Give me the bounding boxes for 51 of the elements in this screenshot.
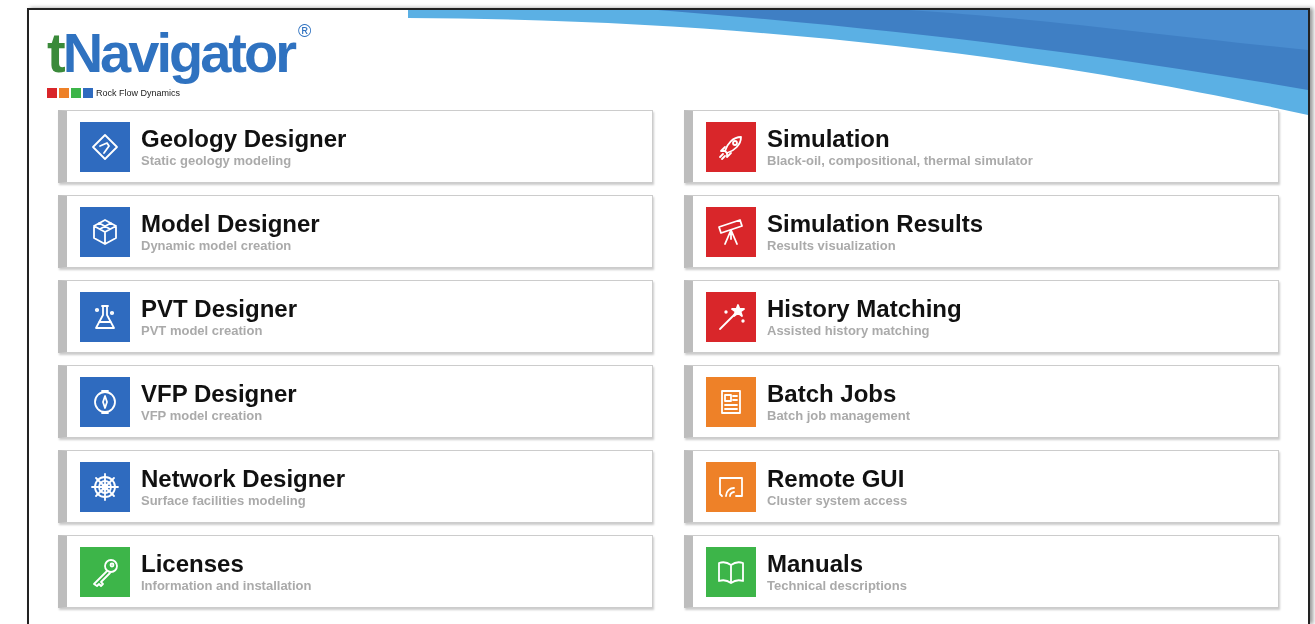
logo-letter: t — [47, 22, 63, 84]
module-subtitle: PVT model creation — [141, 322, 264, 339]
module-title: History Matching — [767, 294, 962, 323]
module-title: Model Designer — [141, 209, 320, 238]
module-card[interactable]: Simulation Results Results visualization — [684, 195, 1279, 268]
module-subtitle: Technical descriptions — [767, 577, 907, 594]
cube-icon — [80, 206, 130, 257]
module-subtitle: Static geology modeling — [141, 152, 293, 169]
module-subtitle: Batch job management — [767, 407, 911, 424]
magic-wand-icon — [706, 291, 756, 342]
telescope-icon — [706, 206, 756, 257]
module-subtitle: VFP model creation — [141, 407, 264, 424]
module-card[interactable]: Simulation Black-oil, compositional, thermal simulator — [684, 110, 1279, 183]
module-card[interactable]: Model Designer Dynamic model creation — [58, 195, 653, 268]
registered-mark: ® — [297, 22, 312, 40]
module-subtitle: Results visualization — [767, 237, 897, 254]
rocket-icon — [706, 121, 756, 172]
logo-wordmark: Navigator — [62, 22, 294, 84]
module-title: Batch Jobs — [767, 379, 898, 408]
module-title: PVT Designer — [141, 294, 298, 323]
module-card[interactable]: Batch Jobs Batch job management — [684, 365, 1279, 438]
module-subtitle: Information and installation — [141, 577, 312, 594]
module-title: Simulation Results — [767, 209, 984, 238]
module-card[interactable]: PVT Designer PVT model creation — [58, 280, 653, 353]
module-subtitle: Black-oil, compositional, thermal simulator — [767, 152, 1033, 169]
module-title: Remote GUI — [767, 464, 906, 493]
module-title: Geology Designer — [141, 124, 347, 153]
module-subtitle: Cluster system access — [767, 492, 908, 509]
screen-cast-icon — [706, 461, 756, 512]
color-squares-icon — [47, 87, 93, 98]
module-title: Licenses — [141, 549, 245, 578]
flask-icon — [80, 291, 130, 342]
key-icon — [80, 546, 130, 597]
module-subtitle: Dynamic model creation — [141, 237, 293, 254]
module-title: Manuals — [767, 549, 865, 578]
book-icon — [706, 546, 756, 597]
web-icon — [80, 461, 130, 512]
module-card[interactable]: VFP Designer VFP model creation — [58, 365, 653, 438]
module-card[interactable]: Geology Designer Static geology modeling — [58, 110, 653, 183]
module-title: Simulation — [767, 124, 891, 153]
module-title: VFP Designer — [141, 379, 297, 408]
module-subtitle: Surface facilities modeling — [141, 492, 307, 509]
module-card[interactable]: Manuals Technical descriptions — [684, 535, 1279, 608]
module-card[interactable]: History Matching Assisted history matching — [684, 280, 1279, 353]
module-title: Network Designer — [141, 464, 346, 493]
module-card[interactable]: Remote GUI Cluster system access — [684, 450, 1279, 523]
logo-tagline: Rock Flow Dynamics — [96, 87, 180, 98]
module-card[interactable]: Licenses Information and installation — [58, 535, 653, 608]
document-icon — [706, 376, 756, 427]
module-card[interactable]: Network Designer Surface facilities modeling — [58, 450, 653, 523]
module-subtitle: Assisted history matching — [767, 322, 931, 339]
